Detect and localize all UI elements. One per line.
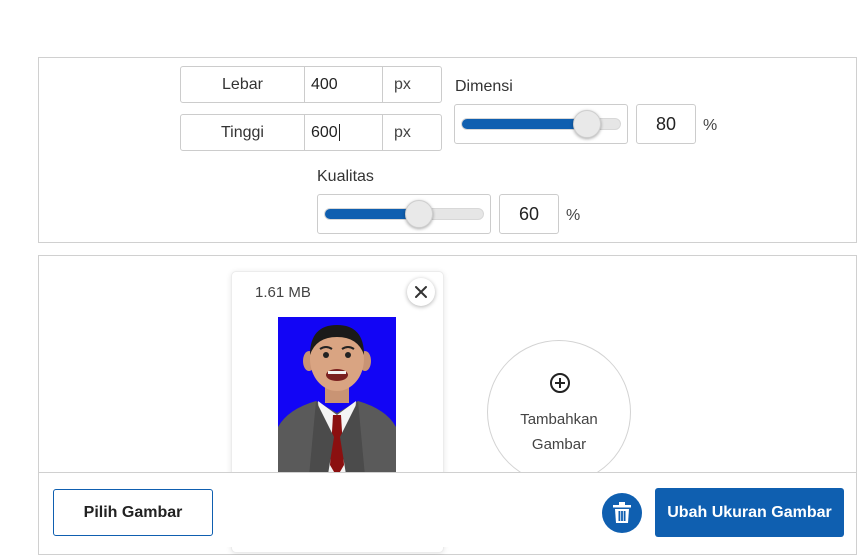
height-unit: px [394,123,411,141]
quality-percent-sign: % [566,207,581,224]
add-image-label: Tambahkan Gambar [488,407,630,457]
close-icon [415,286,427,298]
plus-circle-icon [550,373,570,393]
resize-image-button[interactable]: Ubah Ukuran Gambar [655,488,844,537]
remove-image-button[interactable] [407,278,435,306]
action-footer: Pilih Gambar Ubah Ukuran Gambar [38,472,857,547]
dimension-percent-sign: % [703,117,718,134]
width-unit: px [394,75,411,93]
dimension-label: Dimensi [455,78,513,95]
portrait-photo [278,317,396,487]
width-input[interactable]: 400 [305,67,383,102]
quality-slider-thumb[interactable] [404,200,433,228]
quality-value-input[interactable]: 60 [499,194,559,234]
image-thumbnail [278,317,396,487]
dimension-slider-fill [462,119,589,129]
add-image-line-2: Gambar [531,436,587,453]
dimension-value-input[interactable]: 80 [636,104,696,144]
add-image-button[interactable]: Tambahkan Gambar [487,340,631,484]
dimension-slider-box [454,104,628,144]
height-label: Tinggi [181,115,305,150]
file-size: 1.61 MB [255,284,311,301]
text-cursor [338,124,340,141]
quality-slider-box [317,194,491,234]
quality-label: Kualitas [317,168,374,185]
choose-image-button[interactable]: Pilih Gambar [53,489,213,536]
width-field: Lebar 400 px [180,66,442,103]
height-field: Tinggi 600 px [180,114,442,151]
width-label: Lebar [181,67,305,102]
delete-all-button[interactable] [602,493,642,533]
trash-icon [613,502,631,523]
dimension-slider-thumb[interactable] [573,110,602,138]
height-input[interactable]: 600 [305,115,383,150]
add-image-line-1: Tambahkan [520,411,598,428]
